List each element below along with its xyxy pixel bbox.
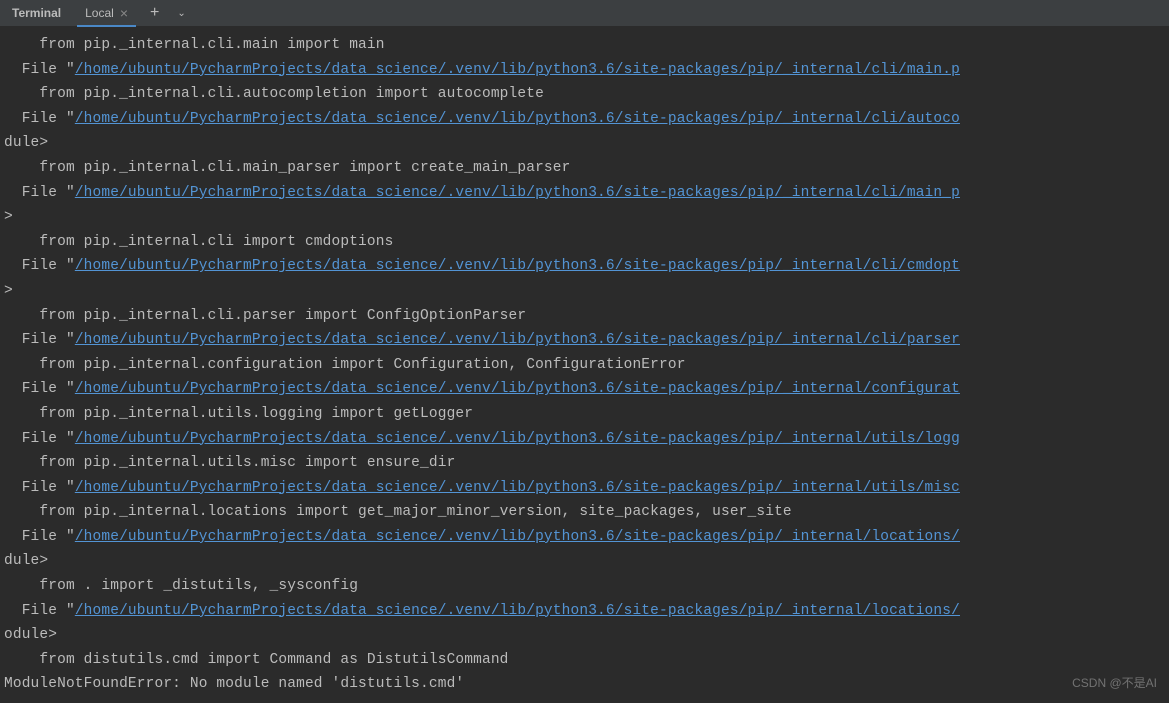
terminal-line: File "/home/ubuntu/PycharmProjects/data_… [4,476,1165,501]
file-link[interactable]: /home/ubuntu/PycharmProjects/data_scienc… [75,431,960,447]
file-link[interactable]: /home/ubuntu/PycharmProjects/data_scienc… [75,62,960,78]
terminal-line: from pip._internal.cli import cmdoptions [4,230,1165,255]
terminal-line: dule> [4,549,1165,574]
terminal-line: from pip._internal.utils.misc import ens… [4,451,1165,476]
terminal-line: File "/home/ubuntu/PycharmProjects/data_… [4,181,1165,206]
terminal-line: > [4,279,1165,304]
file-link[interactable]: /home/ubuntu/PycharmProjects/data_scienc… [75,480,960,496]
tab-label: Local [85,6,114,20]
terminal-line: from pip._internal.utils.logging import … [4,402,1165,427]
terminal-line: from pip._internal.cli.autocompletion im… [4,82,1165,107]
terminal-line: File "/home/ubuntu/PycharmProjects/data_… [4,58,1165,83]
terminal-line: from distutils.cmd import Command as Dis… [4,648,1165,673]
file-link[interactable]: /home/ubuntu/PycharmProjects/data_scienc… [75,258,960,274]
panel-title: Terminal [12,6,69,20]
terminal-output[interactable]: from pip._internal.cli.main import main … [0,27,1169,703]
terminal-line: from pip._internal.cli.parser import Con… [4,304,1165,329]
terminal-line: from pip._internal.configuration import … [4,353,1165,378]
terminal-line: dule> [4,131,1165,156]
terminal-header: Terminal Local × + ⌄ [0,0,1169,27]
terminal-line: odule> [4,623,1165,648]
file-link[interactable]: /home/ubuntu/PycharmProjects/data_scienc… [75,529,960,545]
terminal-line: File "/home/ubuntu/PycharmProjects/data_… [4,377,1165,402]
terminal-line: File "/home/ubuntu/PycharmProjects/data_… [4,107,1165,132]
tab-dropdown-icon[interactable]: ⌄ [173,8,189,19]
terminal-line: ModuleNotFoundError: No module named 'di… [4,672,1165,697]
file-link[interactable]: /home/ubuntu/PycharmProjects/data_scienc… [75,603,960,619]
file-link[interactable]: /home/ubuntu/PycharmProjects/data_scienc… [75,332,960,348]
add-tab-button[interactable]: + [144,4,165,22]
tab-local[interactable]: Local × [77,0,136,27]
terminal-line: > [4,205,1165,230]
terminal-line: from pip._internal.cli.main import main [4,33,1165,58]
file-link[interactable]: /home/ubuntu/PycharmProjects/data_scienc… [75,111,960,127]
terminal-line: File "/home/ubuntu/PycharmProjects/data_… [4,427,1165,452]
file-link[interactable]: /home/ubuntu/PycharmProjects/data_scienc… [75,185,960,201]
close-icon[interactable]: × [120,5,128,21]
terminal-line: from . import _distutils, _sysconfig [4,574,1165,599]
terminal-line: File "/home/ubuntu/PycharmProjects/data_… [4,525,1165,550]
terminal-line: File "/home/ubuntu/PycharmProjects/data_… [4,254,1165,279]
terminal-line: File "/home/ubuntu/PycharmProjects/data_… [4,599,1165,624]
watermark: CSDN @不是AI [1072,674,1157,691]
terminal-line: from pip._internal.locations import get_… [4,500,1165,525]
terminal-line: File "/home/ubuntu/PycharmProjects/data_… [4,328,1165,353]
file-link[interactable]: /home/ubuntu/PycharmProjects/data_scienc… [75,381,960,397]
terminal-line: from pip._internal.cli.main_parser impor… [4,156,1165,181]
